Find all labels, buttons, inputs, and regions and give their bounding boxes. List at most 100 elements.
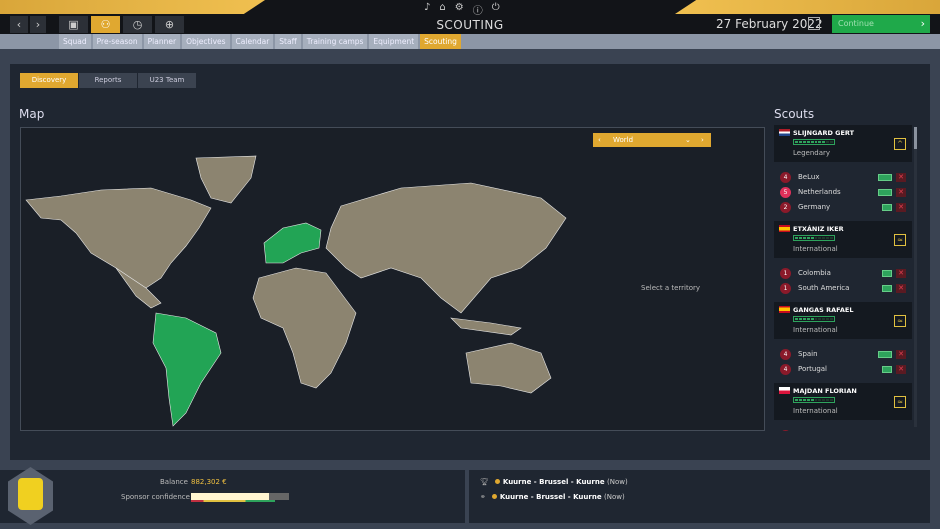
info-icon[interactable]: ⓘ: [473, 2, 483, 17]
territory-north-america: [25, 187, 212, 289]
flag-icon: [779, 387, 790, 394]
region-count: 2: [780, 202, 791, 213]
sub-nav: Squad Pre-season Planner Objectives Cale…: [0, 34, 940, 49]
bell-icon[interactable]: ♪: [424, 2, 430, 17]
region-selector[interactable]: ‹ World ⌄ ›: [593, 133, 711, 147]
close-icon[interactable]: ✕: [896, 203, 906, 212]
nav-scouting[interactable]: Scouting: [420, 34, 461, 49]
map-heading: Map: [19, 107, 45, 121]
nav-staff[interactable]: Staff: [275, 34, 301, 49]
scouts-list[interactable]: SLIJNGARD GERT Legendary ^ 4 BeLux ✕ 5 Netherla…: [774, 125, 912, 431]
scout-level-bar: [793, 316, 835, 322]
decor: [675, 0, 940, 14]
region-name: Colombia: [798, 269, 831, 277]
top-bar: ‹ › ▣ ⚇ ◷ ⊕ ♪ ⌂ ⚙ ⓘ ⏻ SCOUTING 27 Februa…: [0, 0, 940, 34]
map-svg[interactable]: [21, 128, 766, 432]
scout-level-bar: [793, 235, 835, 241]
map-hint: Select a territory: [641, 284, 701, 292]
tab-u23-team[interactable]: U23 Team: [138, 73, 196, 88]
scout-card[interactable]: ETXÁNIZ IKER International ≈: [774, 221, 912, 258]
scout-card[interactable]: GANGAS RAFAEL International ≈: [774, 302, 912, 339]
bike-icon: ⚭: [480, 493, 486, 501]
prev-region-button[interactable]: ‹: [598, 133, 601, 147]
race-status: (Now): [607, 478, 628, 486]
region-level-bar: [882, 285, 892, 292]
continue-button[interactable]: Continue ›: [832, 15, 930, 33]
sponsor-label: Sponsor confidence: [121, 493, 190, 501]
region-count: 1: [780, 268, 791, 279]
region-level-bar: [878, 351, 892, 358]
scout-card[interactable]: SLIJNGARD GERT Legendary ^: [774, 125, 912, 162]
region-count: 4: [780, 349, 791, 360]
region-label: World: [613, 136, 634, 144]
next-region-button[interactable]: ›: [701, 133, 704, 147]
scrollbar[interactable]: [914, 127, 917, 427]
region-name: South America: [798, 284, 850, 292]
race-name: Kuurne - Brussel - Kuurne: [502, 478, 605, 486]
region-count: 4: [780, 364, 791, 375]
close-icon[interactable]: ✕: [896, 350, 906, 359]
gear-icon[interactable]: ⚙: [455, 2, 464, 17]
tab-reports[interactable]: Reports: [79, 73, 137, 88]
chevron-up-icon[interactable]: ≈: [894, 396, 906, 408]
power-icon[interactable]: ⏻: [492, 2, 500, 17]
close-icon[interactable]: ✕: [896, 365, 906, 374]
calendar-icon[interactable]: [808, 17, 820, 30]
scout-region: 1 South America ✕: [774, 281, 912, 296]
tab-discovery[interactable]: Discovery: [20, 73, 78, 88]
nav-calendar[interactable]: Calendar: [231, 34, 274, 49]
jersey-icon: [18, 478, 43, 510]
scout-name: SLIJNGARD GERT: [793, 129, 855, 137]
chevron-up-icon[interactable]: ≈: [894, 315, 906, 327]
sponsor-scale: [191, 500, 275, 502]
territory-greenland: [195, 155, 257, 204]
balance-value: 882,302 €: [191, 478, 227, 486]
decor: [0, 0, 265, 14]
region-level-bar: [882, 270, 892, 277]
nav-objectives[interactable]: Objectives: [182, 34, 230, 49]
close-icon[interactable]: ✕: [896, 173, 906, 182]
scout-region: 4 Portugal ✕: [774, 362, 912, 377]
scouts-heading: Scouts: [774, 107, 815, 121]
nav-training-camps[interactable]: Training camps: [302, 34, 368, 49]
region-count: 5: [780, 187, 791, 198]
region-name: Spain: [798, 350, 818, 358]
scout-rank: International: [793, 407, 838, 415]
sponsor-confidence-bar: [191, 493, 289, 500]
close-icon[interactable]: ✕: [896, 284, 906, 293]
balance-label: Balance: [160, 478, 188, 486]
scout-region: 1France✕: [774, 428, 912, 431]
scout-region: 2 Germany ✕: [774, 200, 912, 215]
chevron-up-icon[interactable]: ≈: [894, 234, 906, 246]
scout-rank: Legendary: [793, 149, 831, 157]
region-count: 4: [780, 172, 791, 183]
close-icon[interactable]: ✕: [896, 188, 906, 197]
territory-south-america: [152, 312, 222, 427]
chevron-up-icon[interactable]: ^: [894, 138, 906, 150]
race-item[interactable]: 🏆︎ Kuurne - Brussel - Kuurne (Now): [480, 478, 628, 486]
race-item[interactable]: ⚭ Kuurne - Brussel - Kuurne (Now): [480, 493, 625, 501]
current-date: 27 February 2022: [716, 17, 823, 31]
nav-planner[interactable]: Planner: [143, 34, 181, 49]
chevron-down-icon[interactable]: ⌄: [685, 133, 691, 147]
scout-name: MAJDAN FLORIAN: [793, 387, 857, 395]
arrow-right-icon: ›: [920, 17, 925, 30]
territory-indonesia: [450, 317, 522, 336]
nav-pre-season[interactable]: Pre-season: [92, 34, 142, 49]
nav-squad[interactable]: Squad: [59, 34, 91, 49]
scout-region: 4 BeLux ✕: [774, 170, 912, 185]
scout-region: 5 Netherlands ✕: [774, 185, 912, 200]
territory-africa: [252, 267, 357, 389]
nav-equipment[interactable]: Equipment: [369, 34, 419, 49]
close-icon[interactable]: ✕: [896, 269, 906, 278]
race-status: (Now): [604, 493, 625, 501]
world-map[interactable]: ‹ World ⌄ › Select a territory: [20, 127, 765, 431]
home-icon[interactable]: ⌂: [439, 2, 445, 17]
territory-asia: [325, 182, 567, 314]
flag-icon: [779, 225, 790, 232]
scout-name: ETXÁNIZ IKER: [793, 225, 844, 233]
region-name: BeLux: [798, 173, 820, 181]
trophy-icon: 🏆︎: [480, 478, 489, 486]
scout-rank: International: [793, 245, 838, 253]
scout-card[interactable]: MAJDAN FLORIAN International ≈: [774, 383, 912, 420]
